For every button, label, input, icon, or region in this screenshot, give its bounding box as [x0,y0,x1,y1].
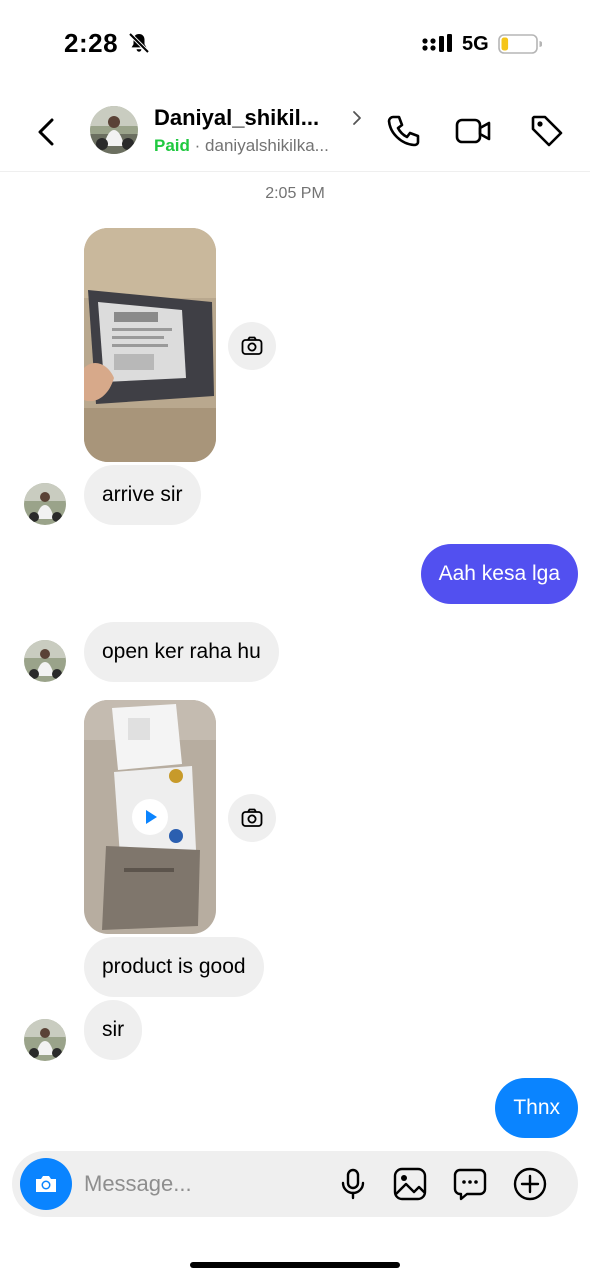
play-icon [146,810,157,824]
video-icon[interactable] [454,112,492,150]
separator-dot: · [194,136,201,155]
plus-icon[interactable] [512,1166,548,1202]
message-composer [12,1151,578,1217]
mic-icon[interactable] [335,1166,371,1202]
play-button[interactable] [132,799,168,835]
contact-avatar[interactable] [90,106,138,154]
back-icon[interactable] [30,112,64,152]
chat-header: Daniyal_shikil... Paid · daniyalshikilka… [0,90,590,172]
silent-bell-icon [128,32,150,54]
incoming-message[interactable]: open ker raha hu [84,622,279,682]
incoming-message[interactable]: product is good [84,937,264,997]
contact-avatar-small[interactable] [24,483,66,525]
network-label: 5G [462,33,489,55]
home-indicator[interactable] [190,1262,400,1268]
message-input[interactable] [84,1151,324,1217]
incoming-message[interactable]: arrive sir [84,465,201,525]
contact-username: daniyalshikilka... [205,136,329,155]
tag-icon[interactable] [528,112,566,150]
chevron-right-icon[interactable] [350,108,364,128]
sticker-icon[interactable] [452,1166,488,1202]
incoming-message[interactable]: sir [84,1000,143,1060]
contact-subline: Paid · daniyalshikilka... [154,136,329,156]
phone-icon[interactable] [384,112,422,150]
outgoing-message[interactable]: Aah kesa lga [420,544,578,604]
video-message[interactable] [84,700,216,934]
camera-reply-button[interactable] [228,322,276,370]
battery-icon [498,34,542,54]
chat-timestamp: 2:05 PM [265,185,325,202]
camera-icon [36,1176,56,1192]
contact-name[interactable]: Daniyal_shikil... [154,105,319,131]
status-bar: 2:28 5G [0,0,590,90]
contact-avatar-small[interactable] [24,640,66,682]
paid-badge: Paid [154,136,190,155]
camera-button[interactable] [20,1158,72,1210]
camera-reply-button[interactable] [228,794,276,842]
photo-message[interactable] [84,228,216,462]
contact-avatar-small[interactable] [24,1019,66,1061]
gallery-icon[interactable] [392,1166,428,1202]
status-time: 2:28 [64,28,119,58]
outgoing-message[interactable]: Thnx [495,1078,578,1138]
signal-icon [422,34,452,52]
camera-icon [241,808,263,827]
camera-icon [241,336,263,355]
